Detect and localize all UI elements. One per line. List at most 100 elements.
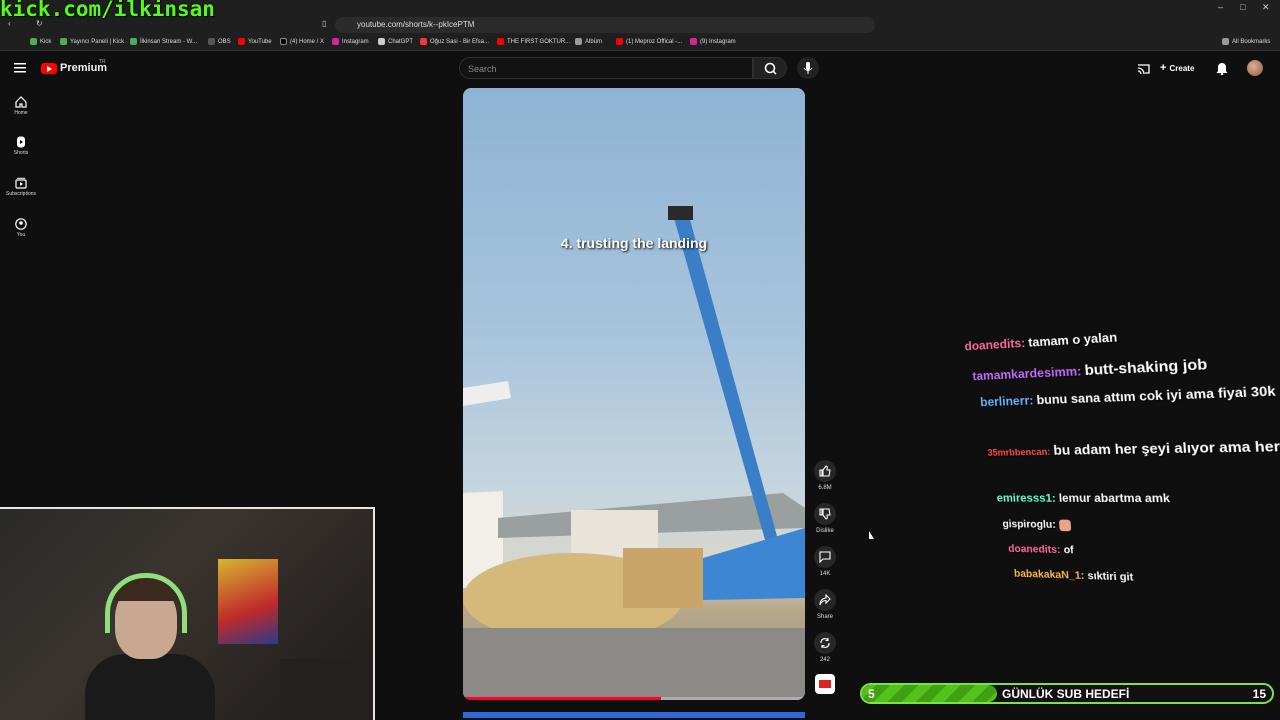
youtube-logo-icon[interactable] bbox=[41, 63, 57, 74]
sub-goal-bar: 5 GÜNLÜK SUB HEDEFİ 15 bbox=[860, 683, 1274, 704]
search-button[interactable] bbox=[753, 57, 787, 79]
sidebar-item-home[interactable]: Home bbox=[0, 96, 42, 116]
dislike-label: Dislike bbox=[816, 528, 834, 534]
maximize-icon[interactable]: □ bbox=[1240, 2, 1245, 12]
comment-icon bbox=[819, 551, 831, 563]
bookmark-item[interactable]: Oğuz Sasi - Bir Efsa... bbox=[420, 38, 489, 45]
video-caption: 4. trusting the landing bbox=[560, 235, 708, 251]
video-progress-fill bbox=[463, 697, 662, 700]
redbull-icon bbox=[819, 680, 831, 688]
comment-count: 14K bbox=[819, 571, 831, 577]
bookmarks-bar: Kick Yayıncı Paneli | Kick İlkinsan Stre… bbox=[0, 35, 1280, 51]
minimize-icon[interactable]: – bbox=[1218, 2, 1223, 12]
menu-icon[interactable] bbox=[14, 63, 26, 73]
remix-button[interactable]: 242 bbox=[810, 632, 840, 663]
headset-icon bbox=[105, 573, 187, 633]
subscriptions-icon bbox=[15, 177, 27, 189]
sub-goal-target: 15 bbox=[1252, 687, 1266, 701]
youtube-header: Premium TR Search + Create bbox=[0, 52, 1280, 86]
search-placeholder: Search bbox=[468, 64, 497, 74]
sidebar-item-shorts[interactable]: Shorts bbox=[0, 136, 42, 156]
chat-message: emiresss1: lemur abartma amk bbox=[996, 492, 1171, 506]
youtube-icon bbox=[497, 38, 504, 45]
bookmark-item[interactable]: Instagram bbox=[332, 38, 369, 45]
share-button[interactable]: Share bbox=[810, 589, 840, 620]
bookmark-item[interactable]: ChatGPT bbox=[378, 38, 413, 45]
shelf bbox=[280, 659, 373, 720]
sub-goal-current: 5 bbox=[868, 687, 875, 701]
remix-icon bbox=[820, 638, 830, 648]
bookmark-item[interactable]: (1) Meproz Offical -... bbox=[616, 38, 682, 45]
music-icon bbox=[420, 38, 427, 45]
search-input[interactable]: Search bbox=[459, 57, 753, 79]
folder-icon bbox=[575, 38, 582, 45]
sidebar-item-you[interactable]: You bbox=[0, 218, 42, 238]
x-icon bbox=[280, 38, 287, 45]
dislike-button[interactable]: Dislike bbox=[810, 503, 840, 534]
next-short-edge bbox=[463, 712, 805, 718]
bookmark-item[interactable]: OBS bbox=[208, 38, 231, 45]
youtube-icon bbox=[616, 38, 623, 45]
sub-goal-fill bbox=[862, 685, 998, 702]
chat-message: babakakaN_1: sıktiri git bbox=[1013, 568, 1134, 584]
cast-icon[interactable] bbox=[1137, 62, 1150, 75]
sidebar: Home Shorts Subscriptions You bbox=[0, 86, 42, 286]
bookmark-icon[interactable]: ▯ bbox=[322, 19, 326, 28]
comments-button[interactable]: 14K bbox=[810, 546, 840, 577]
bookmark-item[interactable]: YouTube bbox=[238, 38, 272, 45]
thumbs-down-icon bbox=[819, 508, 831, 520]
address-bar[interactable]: youtube.com/shorts/k--pkIcePTM bbox=[335, 17, 875, 33]
streamer-body bbox=[85, 654, 215, 720]
chatgpt-icon bbox=[378, 38, 385, 45]
kick-icon bbox=[60, 38, 67, 45]
wall-poster bbox=[218, 559, 278, 644]
sub-goal-title: GÜNLÜK SUB HEDEFİ bbox=[1002, 687, 1130, 701]
webcam-overlay bbox=[0, 507, 375, 720]
bookmark-item[interactable]: THE FIRST GOKTUR... bbox=[497, 38, 570, 45]
all-bookmarks[interactable]: All Bookmarks bbox=[1222, 38, 1270, 45]
bookmark-item[interactable]: İlkinsan Stream - W... bbox=[130, 38, 197, 45]
bookmark-item[interactable]: (4) Home / X bbox=[280, 38, 324, 45]
sidebar-item-label: Home bbox=[14, 110, 28, 116]
chat-message: 35mrbbencan: bu adam her şeyi alıyor ama … bbox=[987, 437, 1280, 458]
remix-count: 242 bbox=[819, 657, 830, 663]
url-text: youtube.com/shorts/k--pkIcePTM bbox=[357, 20, 475, 29]
obs-icon bbox=[208, 38, 215, 45]
mouse-cursor-icon bbox=[869, 531, 874, 539]
bookmark-item[interactable]: Yayıncı Paneli | Kick bbox=[60, 38, 124, 45]
home-icon bbox=[15, 96, 27, 108]
sidebar-item-subscriptions[interactable]: Subscriptions bbox=[0, 177, 42, 197]
create-button[interactable]: + Create bbox=[1160, 62, 1194, 74]
sound-button[interactable] bbox=[810, 674, 840, 694]
like-button[interactable]: 6.8M bbox=[810, 460, 840, 491]
chat-message: gispiroglu: bbox=[1002, 519, 1071, 532]
avatar[interactable] bbox=[1247, 60, 1263, 76]
chat-message: doanedits: tamam o yalan bbox=[964, 329, 1118, 354]
close-icon[interactable]: ✕ bbox=[1262, 2, 1270, 13]
sidebar-item-label: You bbox=[16, 232, 26, 238]
video-frame bbox=[463, 206, 805, 700]
share-label: Share bbox=[816, 614, 833, 620]
sidebar-item-label: Subscriptions bbox=[5, 191, 36, 197]
folder-icon bbox=[1222, 38, 1229, 45]
search-icon bbox=[764, 62, 777, 75]
short-video-player[interactable]: 4. trusting the landing bbox=[463, 88, 805, 700]
bookmark-item[interactable]: Kick bbox=[30, 38, 51, 45]
share-icon bbox=[819, 594, 831, 606]
you-icon bbox=[15, 218, 27, 230]
thumbs-up-icon bbox=[819, 465, 831, 477]
shorts-icon bbox=[17, 136, 25, 148]
bookmark-item[interactable]: (9) Instagram bbox=[690, 38, 736, 45]
sound-thumbnail bbox=[815, 674, 835, 694]
kick-icon bbox=[30, 38, 37, 45]
voice-search-button[interactable] bbox=[797, 57, 819, 79]
kick-icon bbox=[130, 38, 137, 45]
notifications-icon[interactable] bbox=[1216, 62, 1228, 75]
sidebar-item-label: Shorts bbox=[13, 150, 29, 156]
instagram-icon bbox=[690, 38, 697, 45]
stream-chat-overlay: doanedits: tamam o yalan tamamkardesimm: b… bbox=[955, 294, 1280, 629]
chat-message: doanedits: of bbox=[1007, 543, 1075, 557]
video-progress-bar[interactable] bbox=[463, 697, 805, 700]
bookmark-item[interactable]: Albüm bbox=[575, 38, 602, 45]
instagram-icon bbox=[332, 38, 339, 45]
